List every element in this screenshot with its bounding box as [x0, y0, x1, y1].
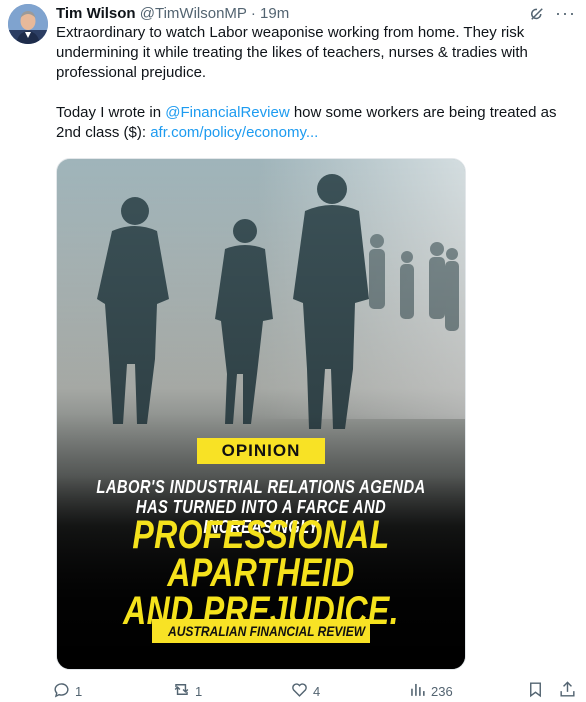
author-handle[interactable]: @TimWilsonMP	[140, 5, 247, 22]
reply-icon	[52, 680, 71, 702]
tweet-actions-bar: 1 1 4 236	[52, 680, 582, 702]
separator-dot: ·	[250, 5, 256, 22]
source-badge: AUSTRALIAN FINANCIAL REVIEW	[152, 619, 370, 643]
bookmark-icon	[526, 680, 545, 702]
like-button[interactable]: 4	[290, 680, 320, 702]
author-name[interactable]: Tim Wilson	[56, 5, 136, 22]
opinion-badge: OPINION	[197, 438, 325, 464]
mention-link[interactable]: @FinancialReview	[165, 104, 289, 121]
reply-button[interactable]: 1	[52, 680, 82, 702]
repost-icon	[172, 680, 191, 702]
article-url-link[interactable]: afr.com/policy/economy...	[150, 124, 318, 141]
timestamp[interactable]: 19m	[260, 5, 289, 22]
repost-count: 1	[195, 683, 203, 699]
tweet-media-image[interactable]: OPINION LABOR'S INDUSTRIAL RELATIONS AGE…	[56, 158, 466, 670]
reply-count: 1	[75, 683, 83, 699]
more-icon[interactable]: ···	[555, 3, 576, 24]
tweet-header: Tim Wilson @TimWilsonMP · 19m	[56, 4, 576, 24]
tweet-text-paragraph-2-prefix: Today I wrote in	[56, 104, 166, 121]
grok-icon[interactable]	[528, 5, 546, 23]
like-count: 4	[313, 683, 321, 699]
repost-button[interactable]: 1	[172, 680, 202, 702]
views-button[interactable]: 236	[408, 680, 453, 702]
source-badge-label: AUSTRALIAN FINANCIAL REVIEW	[168, 623, 366, 639]
like-icon	[290, 680, 309, 702]
headline-yellow-text: PROFESSIONAL APARTHEID AND PREJUDICE.	[98, 513, 424, 633]
share-icon	[558, 680, 577, 702]
tweet-text: Extraordinary to watch Labor weaponise w…	[56, 23, 576, 143]
avatar[interactable]	[8, 4, 48, 44]
headline-yellow-line: PROFESSIONAL APARTHEID AND PREJUDICE.	[123, 513, 399, 633]
views-count: 236	[431, 683, 453, 699]
tweet-text-paragraph-1: Extraordinary to watch Labor weaponise w…	[56, 24, 533, 81]
bookmark-button[interactable]	[526, 680, 545, 702]
views-icon	[408, 680, 427, 702]
share-button[interactable]	[558, 680, 577, 702]
